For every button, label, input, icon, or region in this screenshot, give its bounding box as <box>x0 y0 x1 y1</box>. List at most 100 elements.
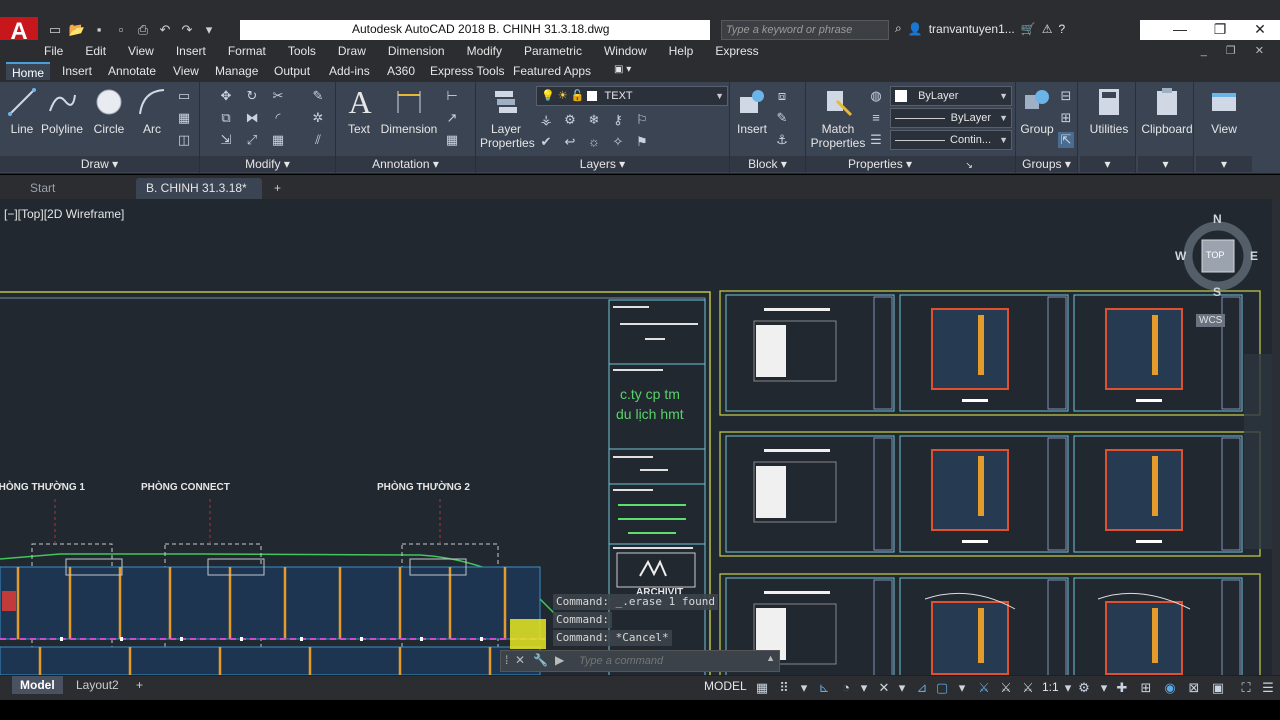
undo-icon[interactable]: ↶ <box>156 21 174 39</box>
tab-a360[interactable]: A360 <box>387 64 415 78</box>
layer-dropdown[interactable]: 💡 ☀ 🔓 TEXT ▼ <box>536 86 728 106</box>
redo-icon[interactable]: ↷ <box>178 21 196 39</box>
new-tab-icon[interactable]: + <box>244 178 281 199</box>
modify-panel-label[interactable]: Modify ▾ <box>200 156 335 172</box>
array-icon[interactable]: ▦ <box>270 132 286 148</box>
mirror-icon[interactable]: ⧓ <box>244 110 260 126</box>
units-icon[interactable]: ⊞ <box>1138 680 1154 696</box>
color-wheel-icon[interactable]: ◍ <box>868 88 884 104</box>
block-attribute-icon[interactable]: ⚓ <box>774 132 790 148</box>
isodraft-dropdown-icon[interactable]: ▾ <box>894 680 910 696</box>
annotation-monitor-icon[interactable]: ✚ <box>1114 680 1130 696</box>
match-properties-tool[interactable]: Match Properties <box>810 86 866 150</box>
polyline-tool[interactable]: Polyline <box>40 86 84 136</box>
layer-walk-icon[interactable]: ☼ <box>586 134 602 150</box>
vertical-scrollbar[interactable] <box>1272 199 1280 675</box>
view-tool[interactable]: View <box>1200 86 1248 136</box>
erase-icon[interactable]: ✎ <box>310 88 326 104</box>
layer-unisolate-icon[interactable]: ✧ <box>610 134 626 150</box>
layer-lock-icon[interactable]: ⚷ <box>610 112 626 128</box>
menu-format[interactable]: Format <box>228 44 266 58</box>
lineweight-icon[interactable]: ≡ <box>868 110 884 126</box>
compass-east[interactable]: E <box>1250 249 1258 263</box>
compass-north[interactable]: N <box>1213 212 1222 226</box>
groups-panel-label[interactable]: Groups ▾ <box>1016 156 1077 172</box>
compass-south[interactable]: S <box>1213 285 1221 299</box>
cart-icon[interactable]: 🛒 <box>1021 22 1036 36</box>
menu-view[interactable]: View <box>128 44 154 58</box>
tab-manage[interactable]: Manage <box>215 64 258 78</box>
open-file-icon[interactable]: 📂 <box>68 21 86 39</box>
isodraft-icon[interactable]: ✕ <box>876 680 892 696</box>
group-edit-icon[interactable]: ⊞ <box>1058 110 1074 126</box>
tab-view[interactable]: View <box>173 64 199 78</box>
tab-model[interactable]: Model <box>12 676 63 694</box>
object-snap-tracking-icon[interactable]: ⊿ <box>914 680 930 696</box>
username[interactable]: tranvantuyen1... <box>929 22 1015 36</box>
menu-modify[interactable]: Modify <box>467 44 502 58</box>
command-input[interactable] <box>579 653 769 669</box>
explode-icon[interactable]: ✲ <box>310 110 326 126</box>
command-drag-handle-icon[interactable]: ⁞ <box>505 653 508 667</box>
multileader-icon[interactable]: ↗ <box>444 110 460 126</box>
annotation-panel-label[interactable]: Annotation ▾ <box>336 156 475 172</box>
close-command-line-icon[interactable]: ✕ <box>515 653 525 667</box>
object-snap-dropdown-icon[interactable]: ▾ <box>954 680 970 696</box>
layer-off-icon[interactable]: ⚶ <box>538 112 554 128</box>
layer-make-current-icon[interactable]: ✔ <box>538 134 554 150</box>
workspace-dropdown-icon[interactable]: ▾ <box>1096 680 1112 696</box>
snap-dropdown-icon[interactable]: ▾ <box>796 680 812 696</box>
tab-express-tools[interactable]: Express Tools <box>430 64 504 78</box>
copy-icon[interactable]: ⧉ <box>218 110 234 126</box>
minimize-icon[interactable]: — <box>1160 20 1200 38</box>
exchange-icon[interactable]: ⚠ <box>1042 22 1053 36</box>
object-snap-icon[interactable]: ▢ <box>934 680 950 696</box>
save-icon[interactable]: ▪ <box>90 21 108 39</box>
layer-properties-tool[interactable]: Layer Properties <box>480 86 535 150</box>
print-icon[interactable]: ⎙ <box>134 21 152 39</box>
save-as-icon[interactable]: ▫ <box>112 21 130 39</box>
layer-isolate-icon[interactable]: ⚙ <box>562 112 578 128</box>
isolate-objects-icon[interactable]: ⊠ <box>1186 680 1202 696</box>
create-block-icon[interactable]: ⧈ <box>774 88 790 104</box>
menu-edit[interactable]: Edit <box>85 44 106 58</box>
group-selection-icon[interactable]: ⇱ <box>1058 132 1074 148</box>
move-icon[interactable]: ✥ <box>218 88 234 104</box>
arc-tool[interactable]: Arc <box>136 86 168 136</box>
scale-icon[interactable]: ⤢ <box>244 132 260 148</box>
menu-draw[interactable]: Draw <box>338 44 366 58</box>
hatch-icon[interactable]: ▦ <box>176 110 192 126</box>
lineweight-dropdown[interactable]: Contin... ▼ <box>890 130 1012 150</box>
hardware-acceleration-icon[interactable]: ◉ <box>1162 680 1178 696</box>
help-icon[interactable]: ? <box>1058 22 1065 36</box>
viewcube-face-top[interactable]: TOP <box>1206 250 1224 260</box>
menu-file[interactable]: File <box>44 44 63 58</box>
tab-home[interactable]: Home <box>6 62 51 80</box>
document-window-controls[interactable]: _ ❐ ✕ <box>1201 44 1272 57</box>
linetype-icon[interactable]: ☰ <box>868 132 884 148</box>
model-space-button[interactable]: MODEL <box>704 679 747 693</box>
menu-insert[interactable]: Insert <box>176 44 206 58</box>
menu-window[interactable]: Window <box>604 44 647 58</box>
rotate-icon[interactable]: ↻ <box>244 88 260 104</box>
grid-icon[interactable]: ▦ <box>754 680 770 696</box>
snap-icon[interactable]: ⠿ <box>776 680 792 696</box>
tab-output[interactable]: Output <box>274 64 310 78</box>
new-file-icon[interactable]: ▭ <box>46 21 64 39</box>
trim-icon[interactable]: ✂ <box>270 88 286 104</box>
scale-dropdown-icon[interactable]: ▾ <box>1060 680 1076 696</box>
fillet-icon[interactable]: ◜ <box>270 110 286 126</box>
qat-dropdown-icon[interactable]: ▾ <box>200 21 218 39</box>
workspace-gear-icon[interactable]: ⚙ <box>1076 680 1092 696</box>
customization-menu-icon[interactable]: ☰ <box>1260 680 1276 696</box>
insert-block-tool[interactable]: Insert <box>734 86 770 136</box>
restore-icon[interactable]: ❐ <box>1200 20 1240 38</box>
stretch-icon[interactable]: ⇲ <box>218 132 234 148</box>
annotation-visibility-icon[interactable]: ⚔ <box>976 680 992 696</box>
ortho-icon[interactable]: ⊾ <box>816 680 832 696</box>
command-history-toggle-icon[interactable]: ▲ <box>766 653 775 663</box>
tab-add-ins[interactable]: Add-ins <box>329 64 370 78</box>
region-icon[interactable]: ◫ <box>176 132 192 148</box>
search-input[interactable]: Type a keyword or phrase <box>721 20 889 40</box>
annotation-scale-value[interactable]: 1:1 <box>1042 680 1059 694</box>
